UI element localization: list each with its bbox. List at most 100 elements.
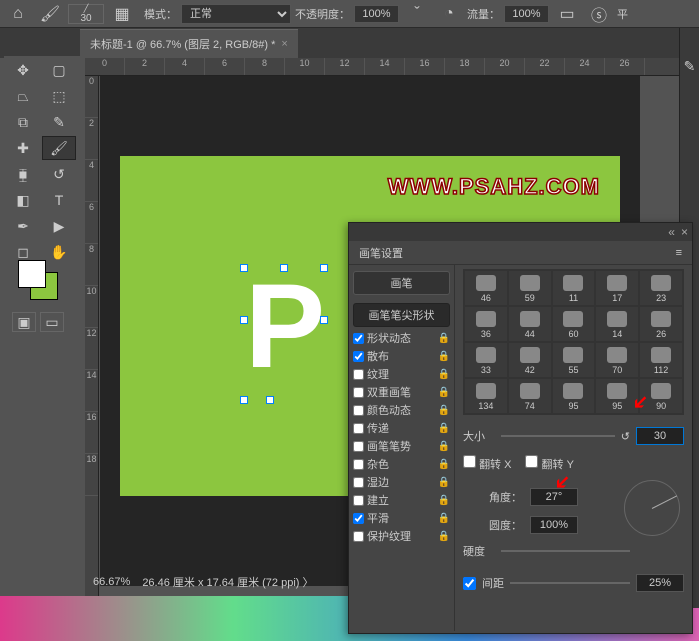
option-传递[interactable]: 传递🔒 bbox=[353, 419, 450, 437]
brush-tip[interactable]: 60 bbox=[552, 306, 596, 342]
option-杂色[interactable]: 杂色🔒 bbox=[353, 455, 450, 473]
hardness-slider[interactable] bbox=[501, 544, 630, 558]
reset-icon[interactable]: ↺ bbox=[621, 430, 630, 443]
brush-tool[interactable]: 🖌 bbox=[42, 136, 76, 160]
transform-handle[interactable] bbox=[320, 316, 328, 324]
flip-y-check[interactable]: 翻转 Y bbox=[525, 455, 573, 472]
brush-tip[interactable]: 134 bbox=[464, 378, 508, 414]
size-slider[interactable] bbox=[501, 429, 615, 443]
close-panel-icon[interactable]: × bbox=[681, 225, 688, 239]
brush-tip[interactable]: 44 bbox=[508, 306, 552, 342]
brush-tip[interactable]: 74 bbox=[508, 378, 552, 414]
document-tab[interactable]: 未标题-1 @ 66.7% (图层 2, RGB/8#) * × bbox=[80, 29, 298, 58]
stamp-tool[interactable]: ⧯ bbox=[6, 162, 40, 186]
panel-icon[interactable]: ✎ bbox=[684, 58, 696, 75]
flow-input[interactable] bbox=[504, 5, 549, 23]
option-纹理[interactable]: 纹理🔒 bbox=[353, 365, 450, 383]
brush-tip[interactable]: 95 bbox=[552, 378, 596, 414]
brush-icon[interactable]: 🖌 bbox=[36, 2, 64, 26]
panel-menu-icon[interactable]: ≡ bbox=[676, 247, 682, 259]
text-layer[interactable]: P bbox=[245, 266, 325, 386]
option-画笔笔势[interactable]: 画笔笔势🔒 bbox=[353, 437, 450, 455]
lock-icon[interactable]: 🔒 bbox=[438, 333, 450, 344]
option-保护纹理[interactable]: 保护纹理🔒 bbox=[353, 527, 450, 545]
brush-preset-picker[interactable]: ╱ 30 bbox=[68, 4, 104, 24]
brush-tip-grid[interactable]: 4659111723364460142633425570112134749595… bbox=[463, 269, 684, 415]
spacing-check[interactable] bbox=[463, 577, 476, 590]
brush-tip[interactable]: 70 bbox=[595, 342, 639, 378]
brush-tip[interactable]: 59 bbox=[508, 270, 552, 306]
quick-select-tool[interactable]: ⬚ bbox=[42, 84, 76, 108]
pen-tool[interactable]: ✒ bbox=[6, 214, 40, 238]
close-icon[interactable]: × bbox=[281, 38, 287, 50]
lock-icon[interactable]: 🔒 bbox=[438, 369, 450, 380]
brush-settings-icon[interactable]: ▦ bbox=[108, 2, 136, 26]
foreground-color[interactable] bbox=[18, 260, 46, 288]
option-建立[interactable]: 建立🔒 bbox=[353, 491, 450, 509]
option-平滑[interactable]: 平滑🔒 bbox=[353, 509, 450, 527]
brush-tip[interactable]: 23 bbox=[639, 270, 683, 306]
opacity-dropdown-icon[interactable]: ˇ bbox=[403, 2, 431, 26]
tip-shape-button[interactable]: 画笔笔尖形状 bbox=[353, 303, 450, 327]
option-散布[interactable]: 散布🔒 bbox=[353, 347, 450, 365]
lock-icon[interactable]: 🔒 bbox=[438, 351, 450, 362]
blend-mode-select[interactable]: 正常 bbox=[181, 4, 291, 24]
lock-icon[interactable]: 🔒 bbox=[438, 423, 450, 434]
option-形状动态[interactable]: 形状动态🔒 bbox=[353, 329, 450, 347]
smooth-icon[interactable]: ⓢ bbox=[585, 2, 613, 26]
brushes-button[interactable]: 画笔 bbox=[353, 271, 450, 295]
transform-handle[interactable] bbox=[266, 396, 274, 404]
opacity-input[interactable] bbox=[354, 5, 399, 23]
collapse-icon[interactable]: « bbox=[668, 225, 675, 239]
spacing-slider[interactable] bbox=[510, 576, 630, 590]
brush-tip[interactable]: 112 bbox=[639, 342, 683, 378]
brush-tip[interactable]: 36 bbox=[464, 306, 508, 342]
quickmask-icon[interactable]: ▣ bbox=[12, 312, 36, 332]
size-input[interactable] bbox=[636, 427, 684, 445]
brush-tip[interactable]: 14 bbox=[595, 306, 639, 342]
healing-tool[interactable]: ✚ bbox=[6, 136, 40, 160]
flip-x-check[interactable]: 翻转 X bbox=[463, 455, 511, 472]
transform-handle[interactable] bbox=[240, 396, 248, 404]
brush-tip[interactable]: 33 bbox=[464, 342, 508, 378]
option-颜色动态[interactable]: 颜色动态🔒 bbox=[353, 401, 450, 419]
lock-icon[interactable]: 🔒 bbox=[438, 477, 450, 488]
spacing-input[interactable] bbox=[636, 574, 684, 592]
roundness-input[interactable] bbox=[530, 516, 578, 534]
path-select-tool[interactable]: ▶ bbox=[42, 214, 76, 238]
lock-icon[interactable]: 🔒 bbox=[438, 459, 450, 470]
airbrush-icon[interactable]: ▭ bbox=[553, 2, 581, 26]
angle-widget[interactable] bbox=[624, 480, 680, 536]
zoom-level[interactable]: 66.67% bbox=[93, 576, 130, 588]
transform-handle[interactable] bbox=[320, 264, 328, 272]
screenmode-icon[interactable]: ▭ bbox=[40, 312, 64, 332]
brush-tip[interactable]: 26 bbox=[639, 306, 683, 342]
history-brush-tool[interactable]: ↺ bbox=[42, 162, 76, 186]
color-swatches[interactable] bbox=[18, 260, 58, 300]
eyedropper-tool[interactable]: ✎ bbox=[42, 110, 76, 134]
option-双重画笔[interactable]: 双重画笔🔒 bbox=[353, 383, 450, 401]
lock-icon[interactable]: 🔒 bbox=[438, 387, 450, 398]
pressure-opacity-icon[interactable]: ◔ bbox=[435, 2, 463, 26]
lock-icon[interactable]: 🔒 bbox=[438, 495, 450, 506]
home-icon[interactable]: ⌂ bbox=[4, 2, 32, 26]
brush-tip[interactable]: 17 bbox=[595, 270, 639, 306]
marquee-tool[interactable]: ▢ bbox=[42, 58, 76, 82]
lasso-tool[interactable]: ⏢ bbox=[6, 84, 40, 108]
panel-title[interactable]: 画笔设置 bbox=[359, 245, 403, 261]
crop-tool[interactable]: ⧉ bbox=[6, 110, 40, 134]
transform-handle[interactable] bbox=[240, 264, 248, 272]
lock-icon[interactable]: 🔒 bbox=[438, 405, 450, 416]
brush-tip[interactable]: 11 bbox=[552, 270, 596, 306]
type-tool[interactable]: T bbox=[42, 188, 76, 212]
lock-icon[interactable]: 🔒 bbox=[438, 513, 450, 524]
lock-icon[interactable]: 🔒 bbox=[438, 441, 450, 452]
brush-tip[interactable]: 55 bbox=[552, 342, 596, 378]
transform-handle[interactable] bbox=[240, 316, 248, 324]
transform-handle[interactable] bbox=[280, 264, 288, 272]
brush-tip[interactable]: 46 bbox=[464, 270, 508, 306]
lock-icon[interactable]: 🔒 bbox=[438, 531, 450, 542]
eraser-tool[interactable]: ◧ bbox=[6, 188, 40, 212]
option-湿边[interactable]: 湿边🔒 bbox=[353, 473, 450, 491]
move-tool[interactable]: ✥ bbox=[6, 58, 40, 82]
